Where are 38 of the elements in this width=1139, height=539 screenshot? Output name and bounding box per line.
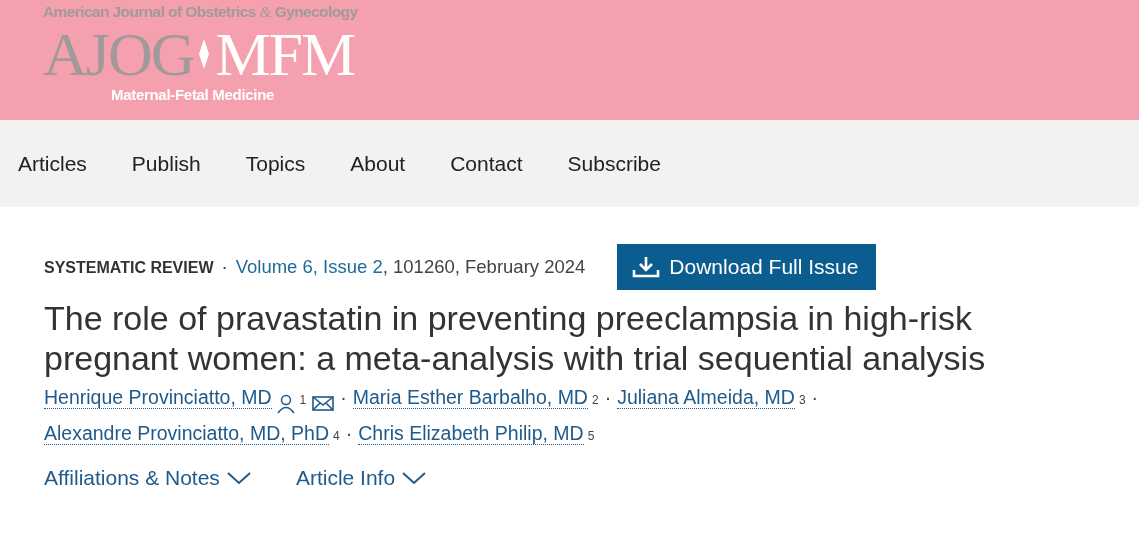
download-button[interactable]: Download Full Issue <box>617 244 877 290</box>
affiliation-number: 3 <box>798 393 806 407</box>
article-title: The role of pravastatin in preventing preeclampsia in high-risk pregnant women: a meta-analysis with trial sequential analysis <box>44 298 987 378</box>
person-icon <box>275 394 296 414</box>
mail-icon[interactable] <box>312 395 335 413</box>
separator-dot: · <box>221 256 228 277</box>
nav-link[interactable]: Subscribe <box>567 151 661 176</box>
nav-link[interactable]: Publish <box>131 151 201 176</box>
separator-dot: · <box>811 386 819 409</box>
separator-dot: · <box>345 422 353 445</box>
issue-link[interactable]: Volume 6, Issue 2 <box>235 256 383 277</box>
affiliation-number: 1 <box>299 393 307 407</box>
separator-dot: · <box>340 386 347 409</box>
nav-link[interactable]: Contact <box>450 151 523 176</box>
author-link[interactable]: Juliana Almeida, MD <box>617 386 795 409</box>
author-link[interactable]: Chris Elizabeth Philip, MD <box>358 422 584 445</box>
author-link[interactable]: Maria Esther Barbalho, MD <box>352 386 588 409</box>
affiliation-number: 2 <box>591 393 599 407</box>
journal-abbreviation: AJOG <box>43 22 194 86</box>
section-abbreviation: MFM <box>215 22 355 86</box>
nav-link[interactable]: Topics <box>245 151 306 176</box>
separator-dot: · <box>604 386 612 409</box>
author-link[interactable]: Henrique Provinciatto, MD <box>44 386 272 409</box>
nav-link[interactable]: About <box>350 151 406 176</box>
chevron-icon <box>225 470 252 486</box>
issue-details: , 101260, February 2024 <box>382 256 586 277</box>
affiliation-number: 5 <box>587 429 595 443</box>
download-icon <box>631 255 662 279</box>
affiliation-number: 4 <box>333 429 340 443</box>
journal-subtitle: Maternal-Fetal Medicine <box>110 86 276 104</box>
expand-toggle[interactable]: Article Info <box>295 466 428 490</box>
nav-link[interactable]: Articles <box>18 151 87 176</box>
article-type: SYSTEMATIC REVIEW <box>44 259 214 276</box>
chevron-icon <box>401 470 428 486</box>
journal-name: American Journal of Obstetrics & Gynecology <box>43 2 359 22</box>
expand-toggle[interactable]: Affiliations & Notes <box>44 466 252 490</box>
diamond-icon <box>199 39 210 69</box>
author-link[interactable]: Alexandre Provinciatto, MD, PhD <box>44 422 330 445</box>
